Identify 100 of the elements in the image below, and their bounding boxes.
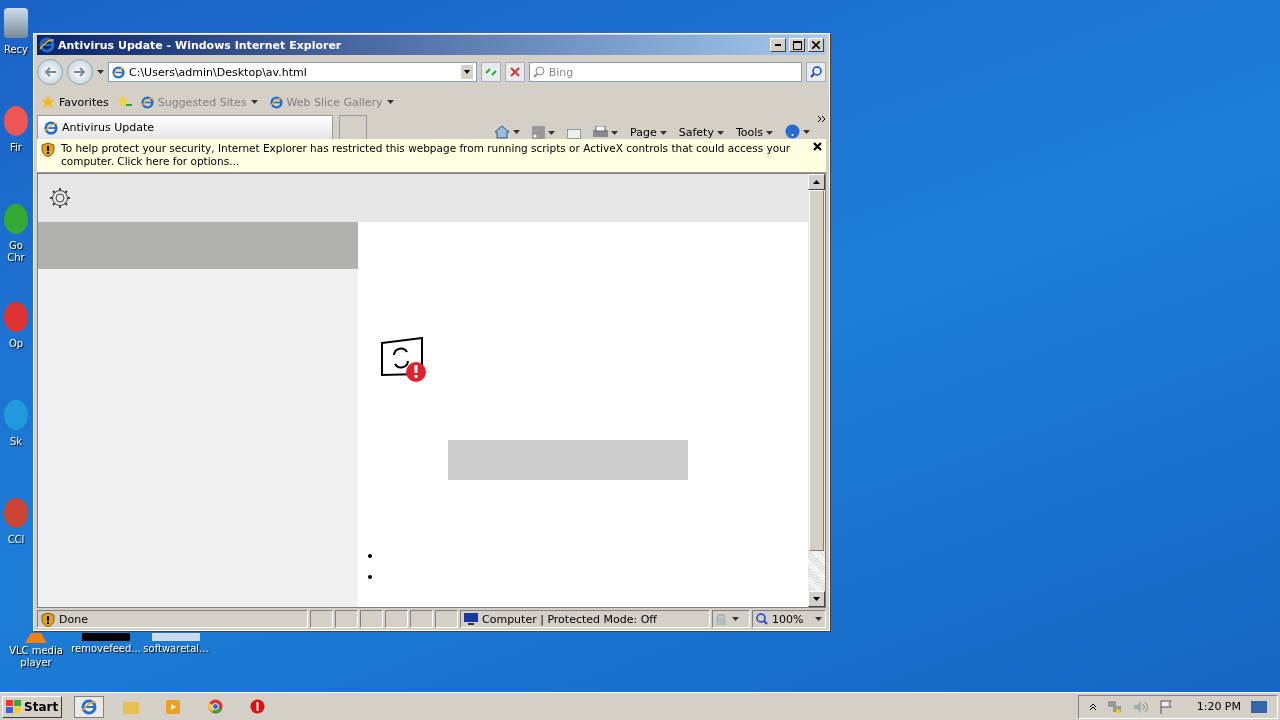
caret-icon xyxy=(732,617,739,621)
recycle-bin-icon[interactable] xyxy=(4,8,28,38)
status-pane xyxy=(360,610,383,628)
desktop-icon-label: removefeed... xyxy=(71,643,141,655)
popup-blocker-button[interactable] xyxy=(712,610,750,628)
up-arrow-icon xyxy=(813,180,820,184)
status-pane xyxy=(435,610,458,628)
ie-icon xyxy=(140,95,154,109)
close-icon xyxy=(509,67,520,77)
caret-icon xyxy=(803,129,810,134)
scroll-up-button[interactable] xyxy=(808,174,825,190)
command-menu[interactable]: Page xyxy=(626,126,671,139)
bullet-dot xyxy=(368,554,372,558)
desktop-icon-label: softwaretal... xyxy=(143,643,209,655)
house-icon xyxy=(494,125,511,139)
caret-icon xyxy=(513,130,521,134)
minimize-icon xyxy=(775,44,781,46)
envelope-icon xyxy=(567,129,582,139)
caret-icon xyxy=(659,130,667,135)
zoom-button[interactable]: 100% xyxy=(752,610,826,628)
folder-icon xyxy=(123,699,140,714)
back-arrow-icon xyxy=(44,67,56,77)
desktop-icon-label: Go Chr xyxy=(7,240,25,264)
status-pane xyxy=(310,610,333,628)
ie-icon xyxy=(269,95,283,109)
caret-icon xyxy=(815,617,822,621)
desktop-icon-label: Fir xyxy=(10,142,22,154)
maximize-button[interactable] xyxy=(789,38,805,52)
address-field[interactable]: C:\Users\admin\Desktop\av.html xyxy=(108,62,477,82)
sync-error-icon xyxy=(380,337,428,383)
bullet-dot xyxy=(368,575,372,579)
caret-icon xyxy=(716,130,724,135)
chevron-up-icon[interactable] xyxy=(1088,702,1097,711)
info-bar[interactable]: To help protect your security, Internet Explorer has restricted this webpage from running scripts or ActiveX controls that could access your computer. Click here for options... xyxy=(37,139,826,173)
shield-icon xyxy=(41,142,55,157)
search-icon xyxy=(810,66,822,78)
start-button[interactable]: Start xyxy=(2,695,63,718)
shield-icon xyxy=(41,611,55,627)
scrollbar[interactable] xyxy=(808,174,825,607)
stop-button[interactable] xyxy=(504,62,525,82)
close-icon xyxy=(812,41,820,49)
minimize-button[interactable] xyxy=(770,38,786,52)
show-desktop-icon[interactable] xyxy=(1251,700,1267,713)
clock: 1:20 PM xyxy=(1196,700,1241,713)
desktop-icon-label: Recy xyxy=(3,44,29,56)
close-button[interactable] xyxy=(808,38,824,52)
desktop-icon-label: VLC media player xyxy=(8,645,64,669)
desktop-icon-label: Op xyxy=(8,338,24,350)
ie-icon xyxy=(44,120,58,135)
flag-icon[interactable] xyxy=(1158,699,1173,714)
zone-text: Computer | Protected Mode: Off xyxy=(482,612,657,626)
file-thumbnail-icon[interactable] xyxy=(82,633,130,641)
zoom-icon xyxy=(756,613,768,625)
forward-button[interactable] xyxy=(67,59,93,85)
caret-icon xyxy=(548,130,556,135)
refresh-icon xyxy=(484,67,497,77)
caret-icon xyxy=(766,130,773,135)
caret-icon xyxy=(97,70,104,74)
status-pane xyxy=(335,610,358,628)
search-icon xyxy=(532,66,545,78)
scroll-down-button[interactable] xyxy=(808,591,825,607)
dropdown-icon xyxy=(460,65,473,79)
close-icon[interactable] xyxy=(813,142,822,151)
add-favorite-icon[interactable] xyxy=(116,95,133,109)
caret-icon xyxy=(386,100,394,104)
file-thumbnail-icon[interactable] xyxy=(152,633,200,641)
printer-icon xyxy=(593,126,609,139)
status-text: Done xyxy=(59,612,88,626)
refresh-button[interactable] xyxy=(480,62,501,82)
chrome-icon xyxy=(207,699,223,714)
stop-sign-icon xyxy=(249,699,265,714)
back-button[interactable] xyxy=(37,59,63,85)
window-title: Antivirus Update - Windows Internet Explorer xyxy=(58,38,343,52)
help-icon xyxy=(785,124,800,139)
browser-tab[interactable]: Antivirus Update xyxy=(37,115,333,139)
lock-icon xyxy=(716,613,728,625)
media-player-icon xyxy=(166,699,181,714)
search-button[interactable] xyxy=(806,62,826,82)
taskbar-button[interactable] xyxy=(74,695,105,718)
star-icon xyxy=(41,95,55,109)
command-menu[interactable]: Tools xyxy=(731,126,777,139)
maximize-icon xyxy=(792,40,802,50)
status-pane xyxy=(410,610,433,628)
chevron-icon[interactable] xyxy=(818,115,826,123)
windows-logo-icon xyxy=(6,699,22,714)
caret-icon xyxy=(611,130,619,135)
command-menu[interactable]: Safety xyxy=(674,126,728,139)
scroll-thumb[interactable] xyxy=(809,190,824,551)
ie-icon xyxy=(81,698,98,715)
search-field[interactable]: Bing xyxy=(528,62,802,82)
rss-icon xyxy=(532,126,546,139)
gear-icon[interactable] xyxy=(48,186,72,210)
caret-icon xyxy=(250,100,258,104)
ie-icon xyxy=(39,37,55,53)
down-arrow-icon xyxy=(813,597,820,601)
desktop-icon-label: Sk xyxy=(9,436,23,448)
desktop-icon-label: CCl xyxy=(7,534,25,546)
info-bar-message: To help protect your security, Internet Explorer has restricted this webpage from running scripts or ActiveX controls that could access your computer. Click here for options... xyxy=(61,142,792,168)
favorites-button[interactable]: Favorites xyxy=(37,95,113,109)
ie-icon xyxy=(112,65,125,79)
